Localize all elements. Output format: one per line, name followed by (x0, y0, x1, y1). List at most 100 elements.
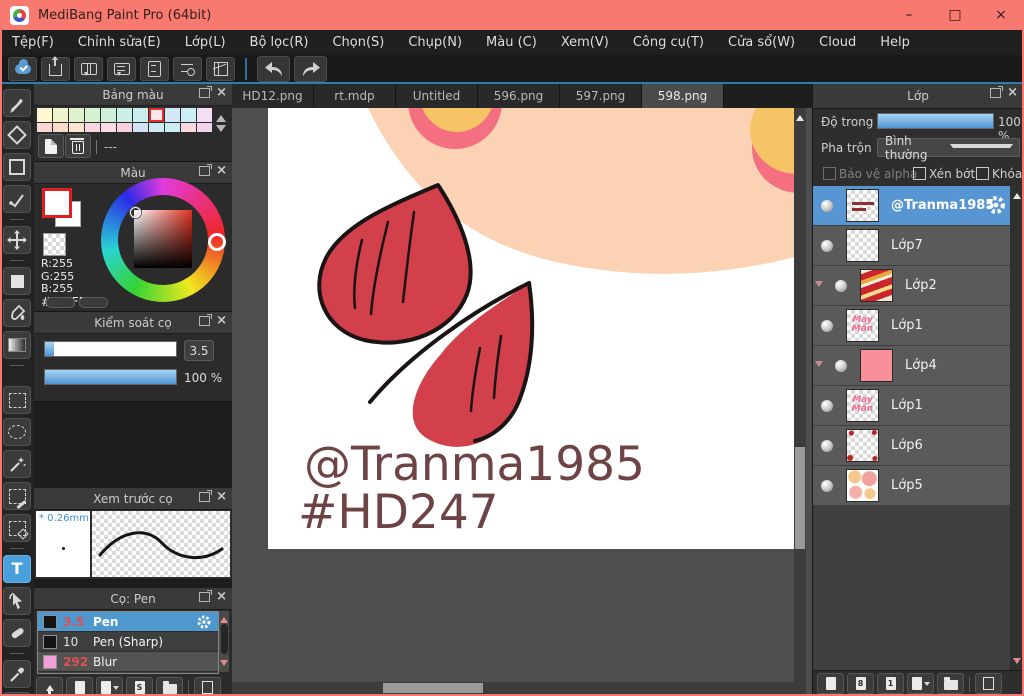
redo-button[interactable] (294, 55, 327, 82)
menu-help[interactable]: Help (868, 35, 922, 50)
popout-icon[interactable] (199, 590, 213, 602)
layer-row[interactable]: May Mắn Lớp1 (813, 306, 1010, 345)
layer-opacity-slider[interactable] (877, 113, 994, 129)
brush-list-header[interactable]: Cọ: Pen × (34, 588, 232, 610)
close-icon[interactable]: × (216, 86, 227, 99)
tool-brush[interactable] (3, 89, 31, 117)
comment-grid-button[interactable] (74, 56, 103, 81)
tool-gradient[interactable] (3, 331, 31, 359)
palette-swatch[interactable] (69, 123, 84, 132)
palette-swatch[interactable] (197, 108, 212, 122)
add-layer-menu-button[interactable] (907, 673, 934, 694)
menu-layer[interactable]: Lớp(L) (173, 35, 238, 50)
close-button[interactable]: × (978, 0, 1024, 30)
color-panel-header[interactable]: Màu × (34, 162, 232, 184)
history-button[interactable] (173, 56, 202, 81)
color-mode-button-2[interactable] (79, 297, 108, 308)
menu-filter[interactable]: Bộ lọc(R) (238, 35, 321, 50)
tool-select-lasso[interactable] (3, 418, 31, 446)
alpha-lock-checkbox[interactable] (823, 167, 836, 180)
close-icon[interactable]: × (1007, 86, 1018, 99)
menu-cloud[interactable]: Cloud (807, 35, 868, 50)
menu-view[interactable]: Xem(V) (549, 35, 621, 50)
color-mode-button-1[interactable] (46, 297, 75, 308)
popout-icon[interactable] (990, 86, 1004, 98)
layer-row[interactable]: Lớp5 (813, 466, 1010, 505)
layer-visibility-dot[interactable] (821, 400, 833, 412)
tool-move[interactable] (3, 226, 31, 254)
palette-swatch[interactable] (101, 108, 116, 122)
layer-row-clipped[interactable]: Lớp4 (813, 346, 1010, 385)
menu-color[interactable]: Màu (C) (474, 35, 549, 50)
close-icon[interactable]: × (216, 490, 227, 503)
palette-swatch[interactable] (117, 123, 132, 132)
brush-list-scrollbar[interactable] (219, 611, 229, 672)
brush-preview-header[interactable]: Xem trước cọ × (34, 488, 232, 510)
brush-row[interactable]: 292 Blur (38, 652, 218, 672)
tool-shape-rect[interactable] (3, 153, 31, 181)
tool-polyline-pen[interactable] (3, 185, 31, 213)
brush-opacity-slider[interactable] (44, 369, 177, 385)
menu-tools[interactable]: Công cụ(T) (621, 35, 716, 50)
minimize-button[interactable]: – (886, 0, 932, 30)
layers-panel-header[interactable]: Lớp × (813, 84, 1023, 109)
document-button[interactable] (140, 56, 169, 81)
tool-eyedropper[interactable] (3, 660, 31, 688)
layer-folder-button[interactable] (937, 673, 964, 694)
undo-button[interactable] (257, 55, 290, 82)
layer-settings-gear-icon[interactable] (985, 194, 1007, 220)
layer-row[interactable]: Lớp6 (813, 426, 1010, 465)
close-icon[interactable]: × (216, 314, 227, 327)
add-1bit-layer-button[interactable]: 1 (877, 673, 904, 694)
popout-icon[interactable] (199, 86, 213, 98)
tool-operation[interactable] (3, 587, 31, 615)
popout-icon[interactable] (199, 164, 213, 176)
palette-swatch[interactable] (149, 123, 164, 132)
duplicate-layer-button[interactable] (975, 673, 1002, 694)
layer-visibility-dot[interactable] (835, 280, 847, 292)
saturation-cursor[interactable] (130, 207, 141, 218)
layer-row-clipped[interactable]: Lớp2 (813, 266, 1010, 305)
tab-hd12[interactable]: HD12.png (232, 84, 314, 108)
add-8bit-layer-button[interactable]: 8 (847, 673, 874, 694)
brush-row-selected[interactable]: 3.5 Pen (38, 612, 218, 632)
menu-edit[interactable]: Chỉnh sửa(E) (66, 35, 173, 50)
layer-visibility-dot[interactable] (821, 200, 833, 212)
layer-visibility-dot[interactable] (821, 320, 833, 332)
tab-rtmdp[interactable]: rt.mdp (314, 84, 396, 108)
brush-row[interactable]: 10 Pen (Sharp) (38, 632, 218, 652)
blend-mode-dropdown[interactable]: Bình thường (877, 134, 1020, 162)
menu-snap[interactable]: Chụp(N) (396, 35, 474, 50)
drawing-canvas[interactable]: @Tranma1985 #HD247 (268, 52, 846, 549)
popout-icon[interactable] (199, 314, 213, 326)
cloud-upload-button[interactable] (8, 56, 37, 81)
transparent-color-swatch[interactable] (43, 233, 66, 256)
tool-eraser[interactable] (3, 121, 31, 149)
tab-597[interactable]: 597.png (560, 84, 642, 108)
palette-swatch[interactable] (69, 108, 84, 122)
layer-visibility-dot[interactable] (835, 360, 847, 372)
vertical-scroll-thumb[interactable] (795, 447, 805, 549)
palette-swatch[interactable] (37, 123, 52, 132)
comment-list-button[interactable] (107, 56, 136, 81)
palette-swatch[interactable] (165, 123, 180, 132)
canvas-vertical-scrollbar[interactable] (794, 108, 806, 682)
layer-row[interactable]: May Mắn Lớp1 (813, 386, 1010, 425)
tool-select-eraser[interactable] (3, 514, 31, 542)
palette-swatch[interactable] (117, 108, 132, 122)
brush-settings-gear-icon[interactable] (196, 614, 212, 634)
palette-swatch[interactable] (197, 123, 212, 132)
close-icon[interactable]: × (216, 164, 227, 177)
add-layer-button[interactable] (817, 673, 844, 694)
palette-swatch[interactable] (85, 108, 100, 122)
palette-swatch-selected[interactable] (149, 108, 164, 122)
palette-swatch[interactable] (53, 108, 68, 122)
brush-size-value[interactable]: 3.5 (184, 340, 214, 361)
tool-magic-wand[interactable] (3, 450, 31, 478)
palette-swatch[interactable] (181, 123, 196, 132)
lock-checkbox[interactable] (976, 167, 989, 180)
tool-select-rect[interactable] (3, 386, 31, 414)
layer-visibility-dot[interactable] (821, 240, 833, 252)
layer-row-selected[interactable]: @Tranma1985 (813, 186, 1010, 225)
palette-swatch[interactable] (37, 108, 52, 122)
